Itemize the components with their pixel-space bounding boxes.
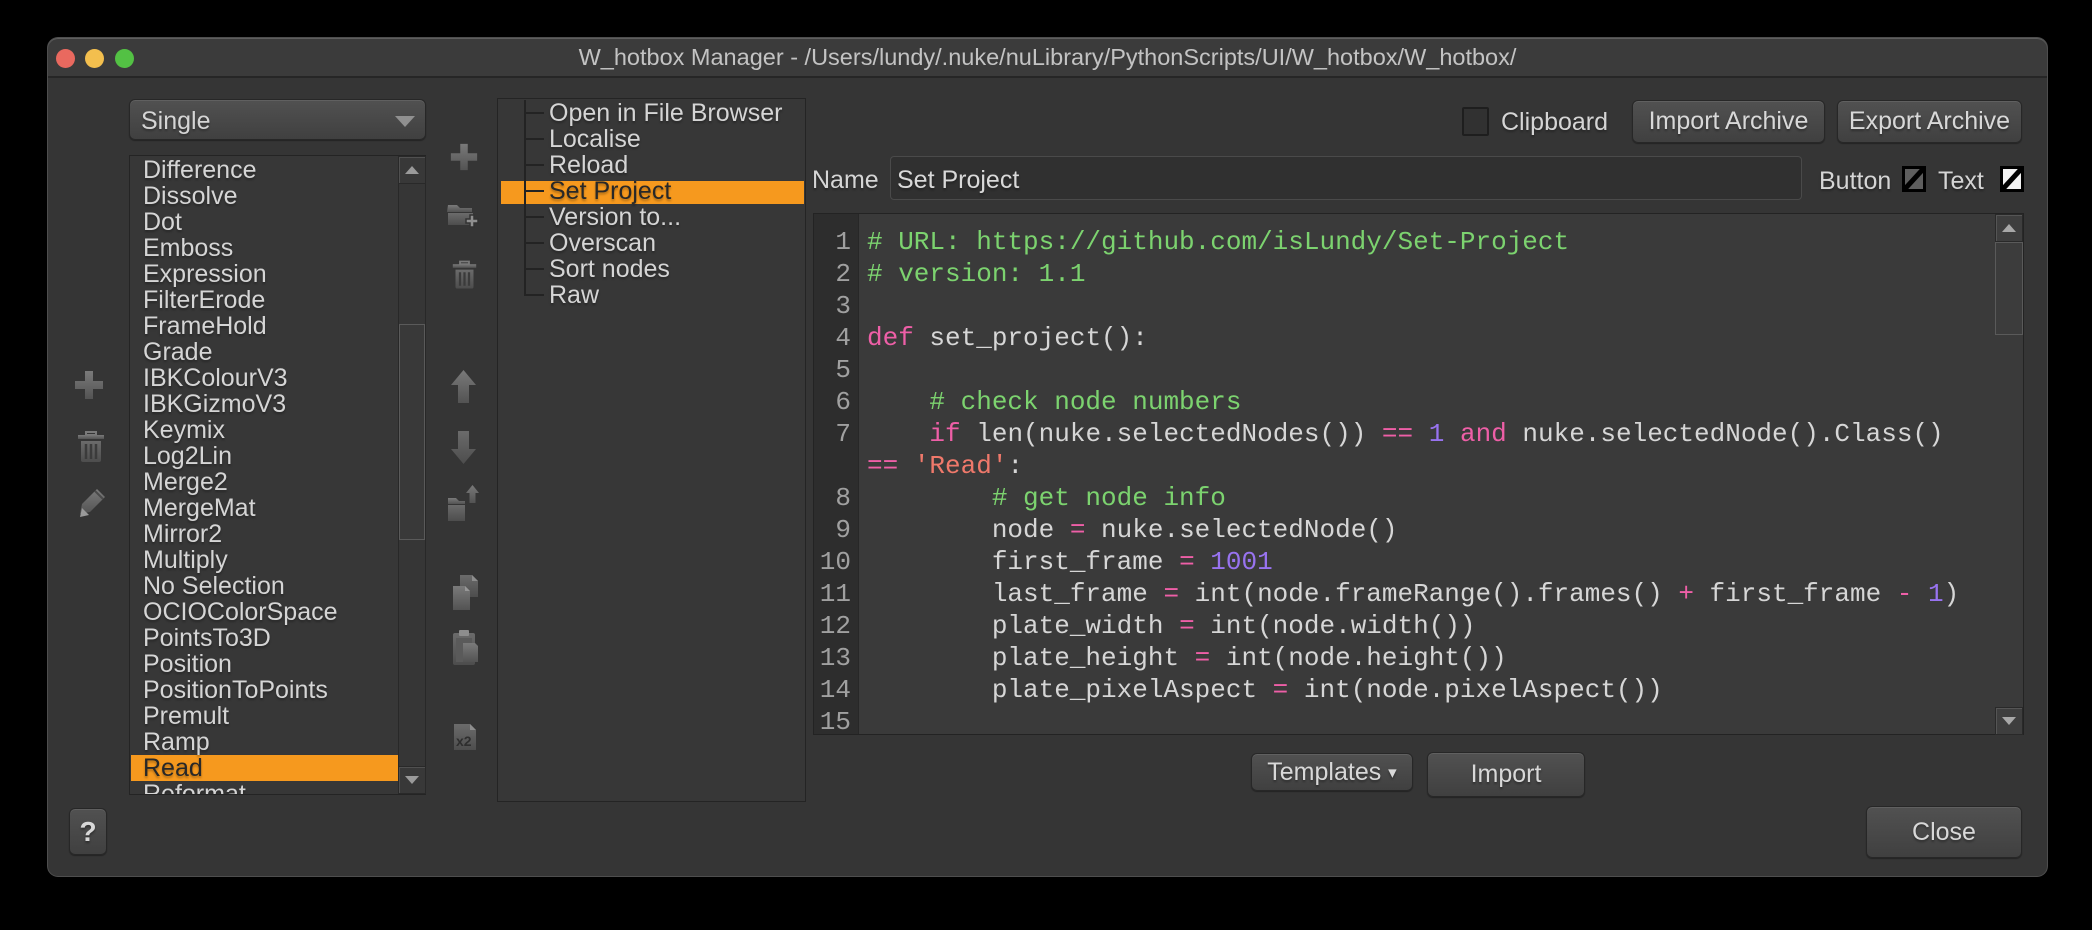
svg-text:x2: x2 xyxy=(456,733,472,749)
